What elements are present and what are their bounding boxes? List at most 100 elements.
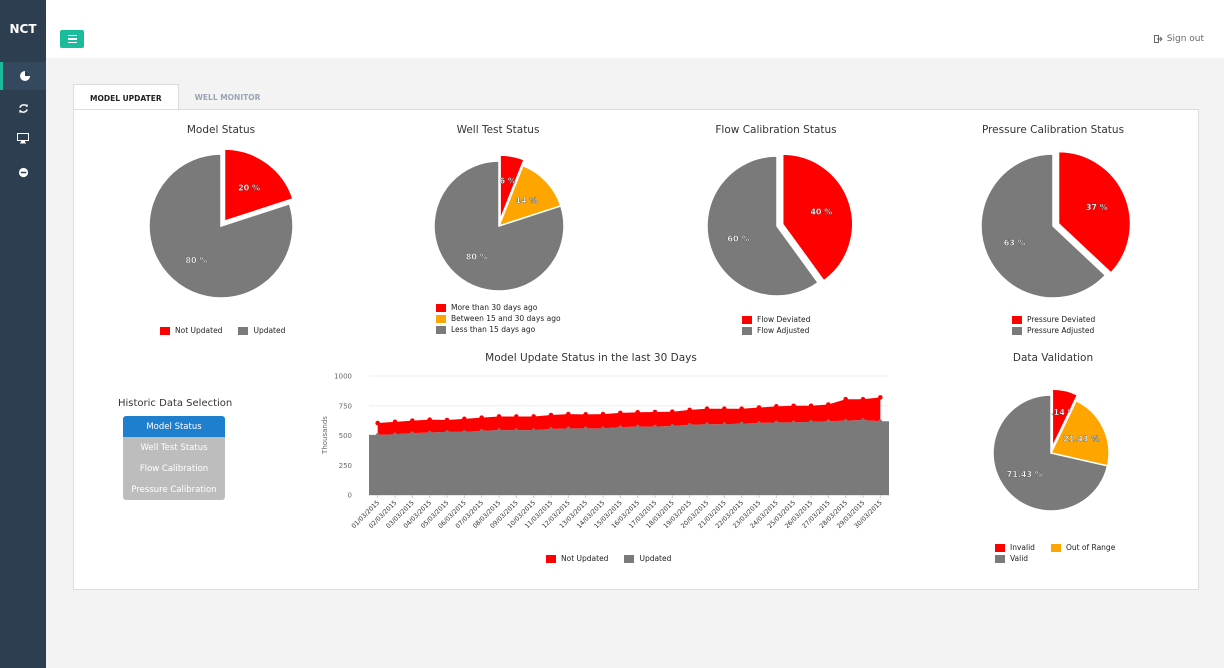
not-updated-point[interactable] <box>462 416 467 422</box>
not-updated-point[interactable] <box>826 402 831 407</box>
updated-point[interactable] <box>878 419 883 424</box>
not-updated-point[interactable] <box>843 396 848 402</box>
legend-label: Flow Adjusted <box>757 326 810 335</box>
updated-point[interactable] <box>826 419 831 424</box>
updated-point[interactable] <box>375 433 380 437</box>
legend-item[interactable]: Between 15 and 30 days ago <box>436 314 561 323</box>
y-tick-label: 1000 <box>334 373 352 381</box>
not-updated-point[interactable] <box>670 409 675 414</box>
updated-point[interactable] <box>774 420 779 425</box>
updated-point[interactable] <box>635 424 640 429</box>
not-updated-point[interactable] <box>878 395 883 400</box>
updated-point[interactable] <box>601 426 605 431</box>
not-updated-point[interactable] <box>410 418 415 423</box>
updated-point[interactable] <box>479 428 484 433</box>
pressure-calibration-legend: Pressure Deviated Pressure Adjusted <box>1012 314 1095 336</box>
legend-item[interactable]: Not Updated <box>160 326 222 335</box>
not-updated-point[interactable] <box>704 406 710 412</box>
sidebar: NCT <box>0 0 46 668</box>
updated-point[interactable] <box>514 428 519 432</box>
updated-point[interactable] <box>861 418 865 422</box>
tab-model-updater[interactable]: MODEL UPDATER <box>73 84 179 111</box>
updated-point[interactable] <box>843 418 848 423</box>
updated-point[interactable] <box>410 431 415 435</box>
updated-point[interactable] <box>653 424 657 429</box>
historic-data-selection-title: Historic Data Selection <box>118 398 233 409</box>
sidebar-item-minus[interactable] <box>0 158 46 186</box>
not-updated-point[interactable] <box>392 419 398 425</box>
not-updated-point[interactable] <box>722 406 727 412</box>
not-updated-point[interactable] <box>791 403 796 409</box>
legend-item[interactable]: Flow Deviated <box>742 315 810 324</box>
updated-point[interactable] <box>497 428 501 432</box>
not-updated-point[interactable] <box>739 406 744 412</box>
updated-point[interactable] <box>583 426 588 431</box>
not-updated-point[interactable] <box>583 412 588 417</box>
sidebar-item-refresh[interactable] <box>0 94 46 122</box>
legend-swatch <box>546 554 556 563</box>
legend-item[interactable]: More than 30 days ago <box>436 303 537 312</box>
historic-pressure-calibration-button[interactable]: Pressure Calibration <box>123 479 225 500</box>
legend-swatch <box>436 303 446 312</box>
updated-point[interactable] <box>618 425 623 429</box>
updated-point[interactable] <box>393 432 397 437</box>
not-updated-point[interactable] <box>566 411 571 417</box>
not-updated-point[interactable] <box>635 409 640 415</box>
not-updated-point[interactable] <box>427 417 432 422</box>
updated-point[interactable] <box>809 420 813 424</box>
tab-well-monitor[interactable]: WELL MONITOR <box>179 84 277 110</box>
legend-item[interactable]: Pressure Deviated <box>1012 315 1095 324</box>
legend-label: Updated <box>253 326 286 335</box>
not-updated-point[interactable] <box>687 407 692 413</box>
not-updated-point[interactable] <box>600 411 606 417</box>
legend-item[interactable]: Updated <box>238 326 285 335</box>
pie-data-label: 21.43 % <box>1063 434 1099 443</box>
legend-item[interactable]: Less than 15 days ago <box>436 325 535 334</box>
legend-item[interactable]: Valid <box>995 554 1028 563</box>
not-updated-point[interactable] <box>652 409 658 415</box>
not-updated-point[interactable] <box>375 420 380 426</box>
updated-point[interactable] <box>566 426 571 431</box>
legend-item[interactable]: Pressure Adjusted <box>1012 326 1094 335</box>
updated-point[interactable] <box>739 421 744 426</box>
updated-point[interactable] <box>427 430 432 435</box>
menu-toggle-button[interactable] <box>60 30 84 48</box>
not-updated-point[interactable] <box>808 403 814 409</box>
not-updated-point[interactable] <box>756 405 762 410</box>
not-updated-point[interactable] <box>479 415 484 420</box>
updated-point[interactable] <box>549 427 553 431</box>
not-updated-point[interactable] <box>618 410 623 416</box>
sidebar-item-monitor[interactable] <box>0 124 46 152</box>
updated-point[interactable] <box>722 422 727 426</box>
sign-out-label: Sign out <box>1166 34 1204 44</box>
not-updated-point[interactable] <box>444 417 450 423</box>
updated-point[interactable] <box>445 430 449 434</box>
updated-point[interactable] <box>757 421 761 425</box>
sign-out-link[interactable]: Sign out <box>1153 34 1204 44</box>
legend-item[interactable]: Updated <box>624 554 671 563</box>
updated-point[interactable] <box>531 428 536 432</box>
updated-point[interactable] <box>705 422 709 426</box>
updated-point[interactable] <box>670 424 675 428</box>
historic-well-test-status-button[interactable]: Well Test Status <box>123 437 225 458</box>
not-updated-point[interactable] <box>496 414 502 419</box>
not-updated-point[interactable] <box>531 414 536 419</box>
not-updated-point[interactable] <box>860 396 866 402</box>
not-updated-point[interactable] <box>514 414 519 419</box>
legend-item[interactable]: Invalid <box>995 543 1035 552</box>
historic-model-status-button[interactable]: Model Status <box>123 416 225 437</box>
legend-swatch <box>160 326 170 335</box>
model-update-area-chart: 02505007501000 01/03/201502/03/201503/03… <box>321 373 889 530</box>
legend-item[interactable]: Out of Range <box>1050 543 1115 552</box>
sidebar-item-dashboard[interactable] <box>0 62 46 90</box>
not-updated-point[interactable] <box>548 412 554 418</box>
pressure-calibration-status-pie: 37 % 63 % <box>980 150 1132 299</box>
historic-flow-calibration-button[interactable]: Flow Calibration <box>123 458 225 479</box>
updated-point[interactable] <box>687 422 692 427</box>
updated-point[interactable] <box>791 420 796 425</box>
not-updated-point[interactable] <box>774 404 779 409</box>
updated-point[interactable] <box>462 430 467 434</box>
legend-item[interactable]: Not Updated <box>546 554 608 563</box>
model-status-title: Model Status <box>186 124 256 136</box>
legend-item[interactable]: Flow Adjusted <box>742 326 809 335</box>
